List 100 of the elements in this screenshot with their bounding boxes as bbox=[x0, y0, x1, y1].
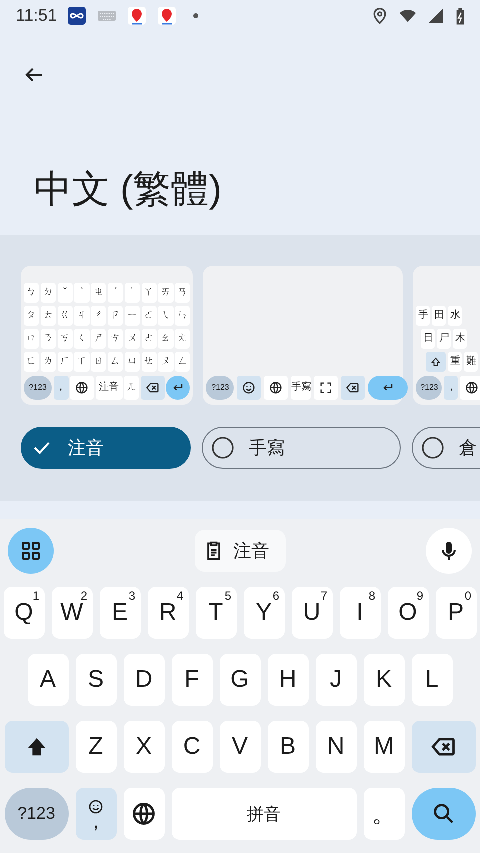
map-pin-icon bbox=[157, 6, 178, 26]
symbols-key: ?123 bbox=[416, 376, 442, 400]
key[interactable]: 2 W bbox=[52, 587, 92, 639]
clipboard-mode-button[interactable]: 注音 bbox=[194, 530, 286, 572]
key[interactable]: 6 Y bbox=[244, 587, 284, 639]
key: ㄈ bbox=[24, 352, 40, 372]
key: ㄡ bbox=[158, 352, 174, 372]
space-key: 注音 bbox=[96, 376, 123, 400]
symbols-key[interactable]: ?123 bbox=[4, 788, 68, 840]
key: ㄗ bbox=[108, 306, 124, 326]
keyboard-preview[interactable]: 手 田 水 日 尸 木 重 難 ?123 , bbox=[413, 266, 480, 405]
key: ㄐ bbox=[74, 306, 90, 326]
key: ㄣ bbox=[175, 306, 190, 326]
key[interactable]: G bbox=[220, 654, 260, 706]
key: ㄒ bbox=[74, 352, 90, 372]
key: 田 bbox=[432, 306, 446, 326]
key: ㄕ bbox=[91, 329, 106, 349]
key[interactable]: 7 U bbox=[292, 587, 332, 639]
key: ㄏ bbox=[58, 352, 73, 372]
backspace-key[interactable] bbox=[412, 721, 476, 773]
emoji-icon bbox=[88, 799, 104, 815]
key[interactable]: X bbox=[124, 721, 164, 773]
key: ㄜ bbox=[142, 329, 157, 349]
key[interactable]: N bbox=[316, 721, 356, 773]
space-key[interactable]: 拼音 bbox=[172, 788, 356, 840]
enter-key bbox=[166, 376, 190, 400]
key[interactable]: D bbox=[124, 654, 164, 706]
key: ㄉ bbox=[40, 283, 56, 303]
voice-input-button[interactable] bbox=[426, 528, 472, 574]
key: ㄛ bbox=[142, 306, 157, 326]
key: ㄦ bbox=[124, 376, 140, 400]
backspace-key bbox=[140, 376, 165, 400]
key: ㄩ bbox=[124, 352, 140, 372]
more-notifications-icon bbox=[193, 13, 200, 19]
key[interactable]: 4 R bbox=[148, 587, 188, 639]
apps-grid-icon bbox=[19, 539, 43, 563]
key[interactable]: 。 bbox=[364, 788, 404, 840]
layout-chip[interactable]: 倉 bbox=[412, 427, 480, 469]
key: ㄊ bbox=[40, 306, 56, 326]
radio-circle-icon bbox=[421, 436, 445, 460]
key[interactable]: M bbox=[364, 721, 404, 773]
key[interactable]: 9 O bbox=[388, 587, 428, 639]
key: ˇ bbox=[58, 283, 73, 303]
key: 尸 bbox=[437, 329, 452, 349]
key: ㄌ bbox=[40, 352, 56, 372]
key: ㄔ bbox=[91, 306, 106, 326]
key: ㄞ bbox=[158, 283, 174, 303]
key[interactable]: Z bbox=[76, 721, 116, 773]
symbols-key: ?123 bbox=[206, 376, 234, 400]
language-key[interactable] bbox=[124, 788, 164, 840]
map-pin-icon bbox=[127, 6, 148, 26]
key[interactable]: L bbox=[412, 654, 452, 706]
key[interactable]: A bbox=[28, 654, 68, 706]
radio-circle-icon bbox=[211, 436, 235, 460]
key: ㄖ bbox=[91, 352, 106, 372]
key: ˙ bbox=[124, 283, 140, 303]
key[interactable]: S bbox=[76, 654, 116, 706]
key[interactable]: F bbox=[172, 654, 212, 706]
key: ㄅ bbox=[24, 283, 40, 303]
key: ㄝ bbox=[142, 352, 157, 372]
key[interactable]: J bbox=[316, 654, 356, 706]
comma-key: , bbox=[444, 376, 458, 400]
key[interactable]: K bbox=[364, 654, 404, 706]
key[interactable]: 1 Q bbox=[4, 587, 44, 639]
emoji-key bbox=[237, 376, 262, 400]
key[interactable]: 8 I bbox=[340, 587, 380, 639]
key: ㄥ bbox=[175, 352, 190, 372]
key: ㄍ bbox=[58, 306, 73, 326]
key: 木 bbox=[453, 329, 468, 349]
key[interactable]: 5 T bbox=[196, 587, 236, 639]
battery-icon bbox=[455, 6, 466, 26]
language-key bbox=[460, 376, 480, 400]
key: ㄙ bbox=[108, 352, 124, 372]
shift-key[interactable] bbox=[4, 721, 68, 773]
apps-button[interactable] bbox=[8, 528, 54, 574]
key: 重 bbox=[448, 352, 462, 372]
signal-icon bbox=[427, 7, 445, 25]
key[interactable]: 0 P bbox=[436, 587, 476, 639]
key[interactable]: H bbox=[268, 654, 308, 706]
key[interactable]: 3 E bbox=[100, 587, 140, 639]
key: 手 bbox=[416, 306, 430, 326]
app-notification-icon bbox=[67, 6, 88, 26]
comma-key[interactable]: , bbox=[76, 788, 116, 840]
backspace-key bbox=[341, 376, 366, 400]
key: 水 bbox=[448, 306, 462, 326]
layout-chip[interactable]: 手寫 bbox=[202, 427, 401, 469]
keyboard-icon bbox=[97, 9, 118, 23]
key: ㄓ bbox=[91, 283, 106, 303]
search-key[interactable] bbox=[412, 788, 476, 840]
key: ㄑ bbox=[74, 329, 90, 349]
key[interactable]: V bbox=[220, 721, 260, 773]
layout-chip[interactable]: 注音 bbox=[21, 427, 191, 469]
keyboard-preview[interactable]: ㄅ ㄉ ˇ ˋ ㄓ ˊ ˙ ㄚ ㄞ ㄢ ㄆ ㄊ ㄍ ㄐ ㄔ ㄗ ㄧ ㄛ ㄟ ㄣ ㄇ ㄋ ㄎ ㄑ ㄕ ㄘ ㄨ ㄜ ㄠ ㄤ ㄈ ㄌ ㄏ ㄒ ㄖ ㄙ ㄩ ㄝ ㄡ ㄥ ?123 ， 注音 ㄦ bbox=[21, 266, 194, 405]
key: 日 bbox=[421, 329, 436, 349]
key: ㄆ bbox=[24, 306, 40, 326]
key[interactable]: C bbox=[172, 721, 212, 773]
key: ˊ bbox=[108, 283, 124, 303]
key: ㄘ bbox=[108, 329, 124, 349]
expand-key bbox=[314, 376, 338, 400]
key[interactable]: B bbox=[268, 721, 308, 773]
